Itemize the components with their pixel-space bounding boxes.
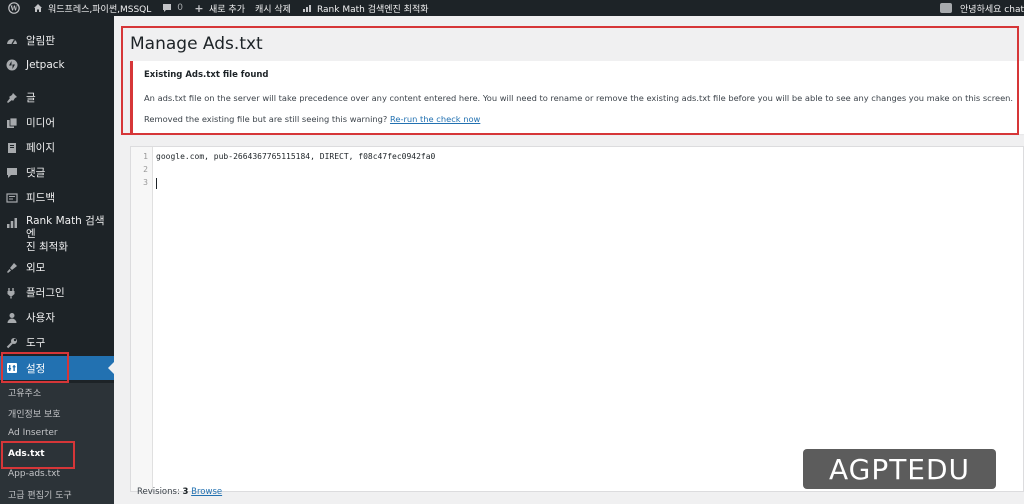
greeting: 안녕하세요 chat (960, 4, 1024, 15)
browse-revisions-link[interactable]: Browse (191, 487, 222, 497)
site-name-link[interactable]: 워드프레스,파이썬,MSSQL (32, 0, 151, 16)
wordpress-logo-icon[interactable]: W (4, 0, 24, 16)
sidebar-item-label: 페이지 (26, 142, 55, 154)
submenu-item-advanced-editor-tools[interactable]: 고급 편집기 도구 (8, 488, 72, 501)
plugin-icon (5, 286, 19, 300)
brush-icon (5, 261, 19, 275)
line-number-gutter: 1 2 3 (131, 147, 153, 491)
sidebar-item-label: Rank Math 검색엔 (26, 215, 105, 240)
highlight-box-notice (121, 26, 1019, 135)
new-content-link[interactable]: + 새로 추가 (193, 0, 245, 16)
sidebar-item-label: 글 (26, 92, 36, 104)
account-menu[interactable]: 안녕하세요 chat (940, 0, 1024, 16)
sidebar-item-label: 알림판 (26, 35, 55, 47)
new-content-label: 새로 추가 (209, 4, 245, 15)
comment-icon (5, 166, 19, 180)
submenu-item-privacy[interactable]: 개인정보 보호 (8, 407, 61, 420)
sidebar-item-tools[interactable]: 도구 (0, 335, 114, 350)
page-icon (5, 141, 19, 155)
sidebar-item-label: 외모 (26, 262, 46, 274)
sidebar-item-plugins[interactable]: 플러그인 (0, 285, 114, 300)
sidebar-item-label: 미디어 (26, 117, 55, 129)
rankmath-link[interactable]: Rank Math 검색엔진 최적화 (301, 0, 429, 16)
svg-text:W: W (9, 4, 18, 12)
jetpack-icon (5, 58, 19, 72)
sidebar-item-label: 도구 (26, 337, 46, 349)
highlight-box-ads-txt (1, 441, 75, 469)
home-icon (32, 2, 44, 14)
line-number: 2 (143, 165, 148, 174)
watermark: AGPTEDU (803, 449, 996, 489)
sidebar-item-label-line2: 진 최적화 (26, 241, 68, 253)
revisions-count: 3 (182, 487, 189, 497)
sidebar-item-media[interactable]: 미디어 (0, 115, 114, 130)
sidebar-item-rankmath[interactable]: Rank Math 검색엔 진 최적화 (0, 215, 114, 254)
sidebar-item-label: Jetpack (26, 59, 65, 71)
rankmath-label: Rank Math 검색엔진 최적화 (316, 4, 429, 15)
comments-count: 0 (177, 3, 183, 13)
admin-sidebar: 알림판 Jetpack 글 미디어 페이지 댓글 피드백 Rank Math 검… (0, 16, 114, 504)
text-cursor (156, 178, 157, 189)
revisions-info: Revisions: 3 Browse (137, 487, 222, 497)
dashboard-icon (5, 34, 19, 48)
sidebar-item-dashboard[interactable]: 알림판 (0, 33, 114, 48)
feedback-icon (5, 191, 19, 205)
sidebar-item-feedback[interactable]: 피드백 (0, 190, 114, 205)
sidebar-item-appearance[interactable]: 외모 (0, 260, 114, 275)
media-icon (5, 116, 19, 130)
line-number: 1 (143, 152, 148, 161)
sidebar-item-label: 피드백 (26, 192, 55, 204)
code-line[interactable]: google.com, pub-2664367765115184, DIRECT… (156, 152, 435, 161)
comment-bubble-icon (161, 2, 173, 14)
admin-bar: W 워드프레스,파이썬,MSSQL 0 + 새로 추가 캐시 삭제 Rank M… (0, 0, 1024, 16)
wrench-icon (5, 336, 19, 350)
site-name: 워드프레스,파이썬,MSSQL (48, 4, 152, 15)
sidebar-item-comments[interactable]: 댓글 (0, 165, 114, 180)
pin-icon (5, 91, 19, 105)
highlight-box-settings (1, 352, 69, 383)
rankmath-chart-icon (301, 2, 313, 14)
sidebar-item-label: 사용자 (26, 312, 55, 324)
user-icon (5, 311, 19, 325)
plus-icon: + (194, 1, 204, 15)
avatar (940, 3, 953, 13)
cache-clear-link[interactable]: 캐시 삭제 (255, 0, 291, 16)
sidebar-item-label: 댓글 (26, 167, 46, 179)
ads-txt-editor[interactable]: 1 2 3 google.com, pub-2664367765115184, … (130, 146, 1024, 492)
line-number: 3 (143, 178, 148, 187)
sidebar-item-pages[interactable]: 페이지 (0, 140, 114, 155)
sidebar-item-posts[interactable]: 글 (0, 90, 114, 105)
sidebar-item-jetpack[interactable]: Jetpack (0, 58, 114, 72)
sidebar-item-users[interactable]: 사용자 (0, 310, 114, 325)
revisions-label: Revisions: (137, 487, 180, 497)
sidebar-item-label-group: Rank Math 검색엔 진 최적화 (26, 215, 114, 254)
submenu-item-permalinks[interactable]: 고유주소 (8, 386, 41, 399)
comments-link[interactable]: 0 (161, 0, 183, 16)
submenu-item-ad-inserter[interactable]: Ad Inserter (8, 428, 58, 438)
sidebar-item-label: 플러그인 (26, 287, 65, 299)
rankmath-icon (5, 216, 19, 230)
submenu-item-app-ads-txt[interactable]: App-ads.txt (8, 469, 60, 479)
